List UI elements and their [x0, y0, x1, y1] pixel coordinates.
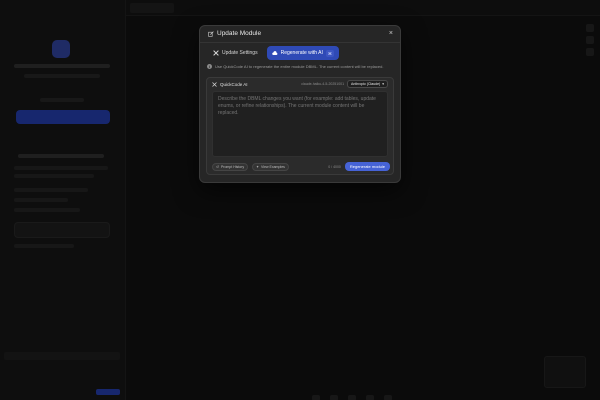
dialog-title-text: Update Module [217, 30, 262, 37]
ai-label-text: QuickCode AI [220, 81, 248, 87]
regenerate-module-button[interactable]: Regenerate module [344, 162, 390, 171]
sparkle-icon [212, 81, 217, 87]
ai-panel-header: QuickCode AI claude-haiku-4-5-20251001 A… [207, 78, 393, 90]
edit-icon [208, 30, 214, 37]
provider-value: Anthropic (Claude) [351, 82, 381, 86]
model-name: claude-haiku-4-5-20251001 [301, 82, 345, 86]
ai-panel: QuickCode AI claude-haiku-4-5-20251001 A… [206, 77, 394, 175]
shortcut-badge: ⌘ [325, 49, 334, 57]
dialog-title: Update Module [208, 30, 261, 37]
update-module-dialog: Update Module × Update Settings Regenera… [199, 25, 401, 183]
tab-label: Update Settings [222, 50, 258, 56]
close-button[interactable]: × [389, 30, 393, 37]
prompt-history-button[interactable]: ↺ Prompt History [212, 162, 249, 171]
chip-label: View Examples [261, 164, 285, 169]
ai-label: QuickCode AI [212, 82, 248, 87]
tab-update-settings[interactable]: Update Settings [208, 46, 263, 60]
info-message: i Use QuickCode AI to regenerate the ent… [207, 64, 397, 69]
tools-icon [213, 50, 219, 56]
tab-regenerate-with-ai[interactable]: Regenerate with AI ⌘ [266, 46, 339, 60]
chevron-down-icon: ▾ [382, 82, 384, 86]
history-icon: ↺ [216, 164, 219, 169]
lightbulb-icon: ✦ [256, 164, 260, 169]
model-info: claude-haiku-4-5-20251001 Anthropic (Cla… [301, 80, 388, 88]
dialog-tabs: Update Settings Regenerate with AI ⌘ [208, 46, 339, 60]
char-count: 0 / 4000 [328, 164, 341, 169]
tab-label: Regenerate with AI [280, 50, 323, 56]
info-text: Use QuickCode AI to regenerate the entir… [215, 64, 384, 69]
view-examples-button[interactable]: ✦ View Examples [252, 162, 289, 171]
provider-select[interactable]: Anthropic (Claude) ▾ [347, 80, 388, 88]
ai-panel-footer: ↺ Prompt History ✦ View Examples 0 / 400… [212, 162, 390, 171]
dialog-header: Update Module × [200, 26, 400, 43]
cloud-icon [271, 50, 278, 55]
info-icon: i [207, 64, 212, 69]
prompt-input[interactable] [212, 91, 388, 157]
chip-label: Prompt History [220, 164, 245, 169]
